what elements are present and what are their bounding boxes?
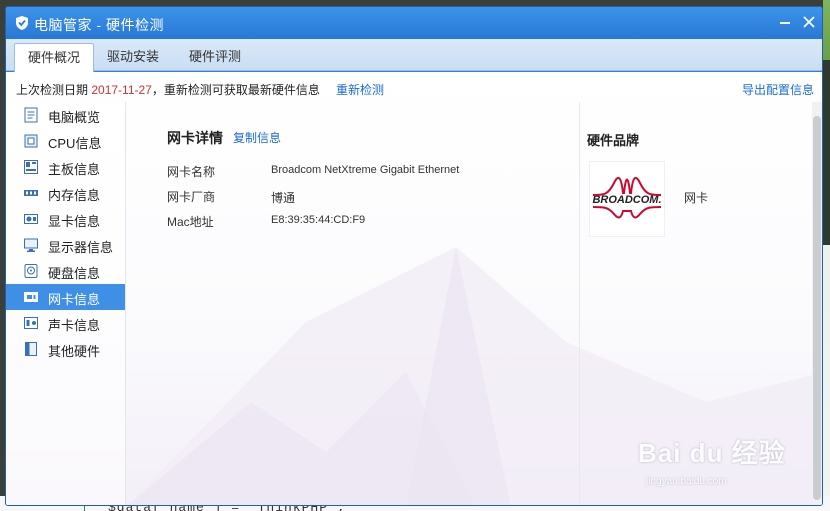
tab-driver-install[interactable]: 驱动安装 bbox=[98, 43, 168, 71]
network-card-icon bbox=[24, 292, 38, 302]
broadcom-logo: BROADCOM. bbox=[589, 161, 665, 237]
sidebar-item-label: 声卡信息 bbox=[48, 318, 101, 333]
graphics-card-icon bbox=[24, 214, 38, 224]
sidebar-item-label: 显示器信息 bbox=[48, 240, 114, 255]
pc-manager-logo-icon bbox=[16, 16, 28, 30]
monitor-icon bbox=[24, 238, 38, 252]
sidebar-item-other-hardware[interactable]: 其他硬件 bbox=[6, 336, 125, 362]
hardware-sidebar: 电脑概览 CPU信息 主板信息 内存信息 显卡信息 显示器信息 硬盘信息 网卡信… bbox=[6, 102, 126, 505]
recheck-link[interactable]: 重新检测 bbox=[336, 81, 384, 98]
content-area: 上次检测日期 2017-11-27，重新检测可获取最新硬件信息 重新检测 导出配… bbox=[6, 72, 822, 505]
detail-row-value: 博通 bbox=[271, 191, 296, 205]
broadcom-logo-icon: BROADCOM. bbox=[592, 176, 662, 219]
network-card-detail-title: 网卡详情 bbox=[167, 130, 223, 146]
sidebar-item-network-card[interactable]: 网卡信息 bbox=[6, 284, 125, 310]
other-hardware-icon bbox=[25, 342, 37, 356]
window-title: 电脑管家 - 硬件检测 bbox=[34, 17, 164, 33]
sidebar-item-label: 内存信息 bbox=[48, 188, 101, 203]
last-check-bar: 上次检测日期 2017-11-27，重新检测可获取最新硬件信息 重新检测 导出配… bbox=[6, 72, 822, 102]
sidebar-item-motherboard[interactable]: 主板信息 bbox=[6, 154, 125, 180]
tab-hardware-overview[interactable]: 硬件概况 bbox=[14, 43, 94, 72]
export-config-link[interactable]: 导出配置信息 bbox=[742, 81, 814, 98]
computer-overview-icon bbox=[24, 107, 38, 123]
sidebar-item-sound-card[interactable]: 声卡信息 bbox=[6, 310, 125, 336]
brand-divider bbox=[579, 102, 580, 505]
sidebar-item-computer-overview[interactable]: 电脑概览 bbox=[6, 102, 125, 128]
sidebar-item-label: 主板信息 bbox=[48, 162, 101, 177]
copy-info-link[interactable]: 复制信息 bbox=[233, 129, 281, 146]
sidebar-item-memory[interactable]: 内存信息 bbox=[6, 180, 125, 206]
close-button[interactable] bbox=[800, 13, 818, 31]
title-bar[interactable]: 电脑管家 - 硬件检测 bbox=[6, 7, 822, 39]
detail-row-value: E8:39:35:44:CD:F9 bbox=[271, 214, 366, 226]
sidebar-item-label: 其他硬件 bbox=[48, 344, 101, 359]
sidebar-item-hard-disk[interactable]: 硬盘信息 bbox=[6, 258, 125, 284]
brand-hardware-type: 网卡 bbox=[684, 191, 709, 205]
sidebar-item-cpu[interactable]: CPU信息 bbox=[6, 128, 125, 154]
tab-hardware-benchmark[interactable]: 硬件评测 bbox=[180, 43, 250, 71]
sidebar-item-label: 硬盘信息 bbox=[48, 266, 101, 281]
cpu-icon bbox=[24, 134, 38, 148]
motherboard-icon bbox=[24, 160, 38, 174]
minimize-button[interactable] bbox=[776, 13, 794, 31]
last-check-info: 上次检测日期 2017-11-27，重新检测可获取最新硬件信息 bbox=[16, 81, 320, 98]
desktop-background-dark bbox=[823, 60, 830, 245]
minimize-icon bbox=[780, 22, 790, 24]
scrollbar-thumb[interactable] bbox=[813, 116, 821, 500]
sidebar-item-label: 显卡信息 bbox=[48, 214, 101, 229]
sound-card-icon bbox=[24, 317, 38, 329]
sidebar-item-label: 电脑概览 bbox=[48, 110, 101, 125]
baidu-watermark-url: jingyan.baidu.com bbox=[646, 476, 727, 487]
detail-row-value: Broadcom NetXtreme Gigabit Ethernet bbox=[271, 164, 460, 176]
baidu-watermark: Bai du 经验 bbox=[638, 438, 786, 468]
detail-row-label: 网卡名称 bbox=[167, 165, 216, 179]
last-check-prefix: 上次检测日期 bbox=[16, 83, 92, 97]
last-check-suffix: ，重新检测可获取最新硬件信息 bbox=[151, 83, 320, 97]
broadcom-logo-text: BROADCOM. bbox=[592, 194, 661, 206]
sidebar-item-monitor[interactable]: 显示器信息 bbox=[6, 232, 125, 258]
vertical-scrollbar[interactable] bbox=[812, 102, 822, 505]
tab-bar: 硬件概况 驱动安装 硬件评测 bbox=[6, 39, 822, 72]
last-check-date: 2017-11-27 bbox=[91, 83, 152, 97]
sidebar-item-label: CPU信息 bbox=[48, 136, 102, 151]
close-icon bbox=[803, 16, 815, 28]
detail-row-label: Mac地址 bbox=[167, 215, 214, 229]
hard-disk-icon bbox=[24, 264, 38, 278]
sidebar-item-label: 网卡信息 bbox=[48, 292, 101, 307]
memory-icon bbox=[24, 190, 38, 196]
sidebar-item-graphics-card[interactable]: 显卡信息 bbox=[6, 206, 125, 232]
hardware-brand-title: 硬件品牌 bbox=[587, 133, 640, 148]
detail-row-label: 网卡厂商 bbox=[167, 190, 216, 204]
hardware-detection-window: 电脑管家 - 硬件检测 硬件概况 驱动安装 硬件评测 上次检测日期 2017-1… bbox=[5, 6, 823, 506]
